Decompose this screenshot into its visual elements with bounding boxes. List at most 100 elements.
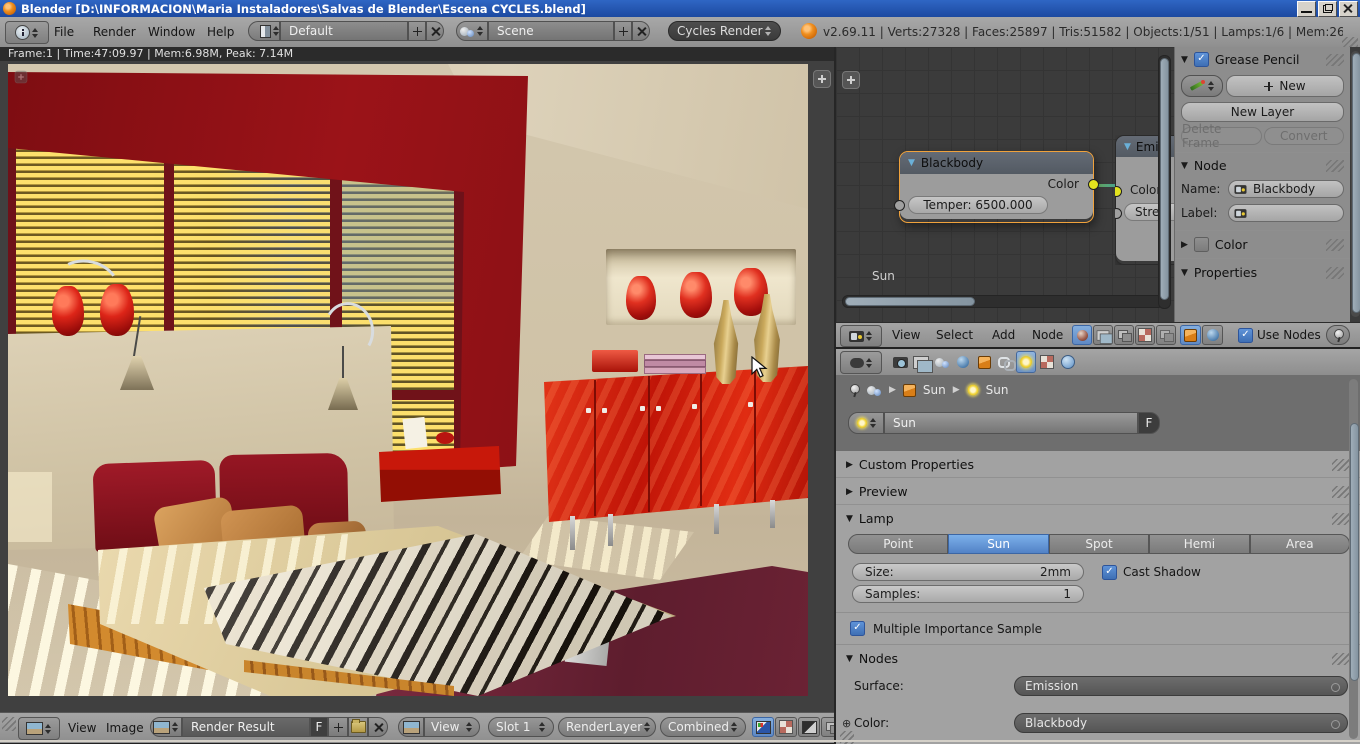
panel-grip[interactable] <box>1326 53 1344 66</box>
pin-icon[interactable] <box>848 383 860 397</box>
texture-nodes-button[interactable] <box>1135 325 1155 345</box>
image-browse-button[interactable] <box>150 717 182 737</box>
menu-image[interactable]: Image <box>106 721 144 735</box>
n-panel-scrollbar[interactable] <box>1351 51 1360 317</box>
scene-browse-button[interactable] <box>456 21 488 41</box>
mis-checkbox[interactable]: ✓ <box>850 621 865 636</box>
grease-pencil-panel-header[interactable]: ▼ ✓ Grease Pencil <box>1181 52 1344 67</box>
delete-layout-button[interactable] <box>426 21 444 41</box>
node-panel-header[interactable]: ▼ Node <box>1181 158 1344 173</box>
panel-grip[interactable] <box>1326 159 1344 172</box>
slot-dropdown[interactable]: Slot 1 <box>488 717 554 737</box>
node-editor-canvas[interactable]: Sun ▼ Blackbody Color Temper: 6500.000 ▼ <box>836 47 1174 322</box>
fake-user-button[interactable]: F <box>310 717 328 737</box>
view-image-icon-button[interactable] <box>398 717 424 737</box>
breadcrumb-data[interactable]: Sun <box>986 383 1009 397</box>
menu-select[interactable]: Select <box>936 328 973 342</box>
tab-object-data-lamp[interactable] <box>1016 351 1036 373</box>
image-name[interactable]: Render Result <box>182 717 310 737</box>
corner-grip[interactable] <box>840 731 854 744</box>
lamp-type-area[interactable]: Area <box>1249 534 1351 554</box>
menu-view[interactable]: View <box>892 328 920 342</box>
region-expand-button[interactable] <box>813 70 831 88</box>
delete-scene-button[interactable] <box>632 21 650 41</box>
lamp-type-point[interactable]: Point <box>848 534 949 554</box>
close-button[interactable] <box>1339 0 1358 17</box>
grease-pencil-checkbox[interactable]: ✓ <box>1193 52 1209 67</box>
node-name-field[interactable]: Blackbody <box>1228 180 1344 198</box>
add-scene-button[interactable] <box>614 21 632 41</box>
node-group-button[interactable] <box>1114 325 1134 345</box>
scrollbar-thumb[interactable] <box>1352 53 1360 313</box>
scrollbar-thumb[interactable] <box>1350 423 1359 681</box>
scrollbar-thumb[interactable] <box>1160 58 1169 300</box>
editor-type-selector[interactable] <box>840 325 882 347</box>
tab-texture[interactable] <box>1037 351 1057 373</box>
object-shader-button[interactable] <box>1180 325 1201 345</box>
fake-user-button[interactable]: F <box>1138 412 1160 434</box>
restore-button[interactable] <box>1318 0 1337 17</box>
screen-layout-name[interactable]: Default <box>280 21 408 41</box>
output-socket[interactable] <box>1088 179 1099 190</box>
menu-window[interactable]: Window <box>148 25 195 39</box>
lamp-browse-button[interactable] <box>848 412 884 434</box>
nodes-panel-header[interactable]: ▼ Nodes <box>836 645 1360 670</box>
title-bar[interactable]: Blender [D:\INFORMACION\Maria Instalador… <box>0 0 1360 17</box>
menu-file[interactable]: File <box>54 25 74 39</box>
tab-object[interactable] <box>974 351 994 373</box>
preview-panel-header[interactable]: ▶ Preview <box>836 478 1360 505</box>
new-layer-button[interactable]: New Layer <box>1181 102 1344 122</box>
rgba-channel-button[interactable] <box>752 717 774 737</box>
pencil-dropdown-button[interactable] <box>1181 75 1223 97</box>
samples-slider[interactable]: Samples: 1 <box>852 585 1084 603</box>
scene-name[interactable]: Scene <box>488 21 614 41</box>
tab-render[interactable] <box>890 351 910 373</box>
lamp-type-hemi[interactable]: Hemi <box>1149 534 1250 554</box>
collapse-triangle-icon[interactable]: ▼ <box>908 158 915 168</box>
color-checkbox[interactable] <box>1193 237 1209 252</box>
new-image-button[interactable] <box>328 717 348 737</box>
properties-scrollbar[interactable] <box>1349 379 1359 739</box>
zbuffer-channel-button[interactable] <box>798 717 820 737</box>
tab-world[interactable] <box>953 351 973 373</box>
shader-nodes-button[interactable] <box>1072 325 1092 345</box>
render-engine-dropdown[interactable]: Cycles Render <box>668 21 781 41</box>
minimize-button[interactable] <box>1297 0 1316 17</box>
open-image-button[interactable] <box>348 717 368 737</box>
surface-dropdown[interactable]: Emission <box>1014 676 1348 696</box>
alpha-channel-button[interactable] <box>775 717 797 737</box>
editor-type-selector[interactable] <box>5 21 49 44</box>
lamp-name-field[interactable]: Sun <box>884 412 1138 434</box>
size-slider[interactable]: Size: 2mm <box>852 563 1084 581</box>
color-dropdown[interactable]: Blackbody <box>1014 713 1348 733</box>
breadcrumb-object[interactable]: Sun <box>923 383 946 397</box>
editor-type-selector[interactable] <box>18 717 60 740</box>
tab-scene[interactable] <box>932 351 952 373</box>
cast-shadow-checkbox[interactable]: ✓ <box>1102 564 1117 580</box>
input-socket[interactable] <box>1115 186 1122 197</box>
render-pass-dropdown[interactable]: Combined <box>660 717 746 737</box>
render-layer-dropdown[interactable]: RenderLayer <box>558 717 656 737</box>
line-style-button[interactable] <box>1156 325 1176 345</box>
properties-panel-header[interactable]: ▼ Properties <box>1181 265 1344 280</box>
world-shader-button[interactable] <box>1202 325 1223 345</box>
unlink-image-button[interactable] <box>368 717 388 737</box>
use-nodes-checkbox[interactable]: ✓ <box>1238 328 1253 343</box>
new-button[interactable]: New <box>1226 75 1344 97</box>
pin-button[interactable] <box>1326 325 1350 345</box>
input-socket[interactable] <box>1115 208 1122 219</box>
add-layout-button[interactable] <box>408 21 426 41</box>
scrollbar-thumb[interactable] <box>845 297 975 306</box>
screen-layout-browse-button[interactable] <box>248 21 280 41</box>
collapse-triangle-icon[interactable]: ▼ <box>1124 142 1131 152</box>
render-image-viewport[interactable] <box>8 64 808 696</box>
menu-render[interactable]: Render <box>93 25 136 39</box>
corner-grip[interactable] <box>2 717 16 731</box>
panel-grip[interactable] <box>1326 266 1344 279</box>
tab-constraints[interactable] <box>995 351 1016 373</box>
menu-node[interactable]: Node <box>1032 328 1063 342</box>
input-socket[interactable] <box>894 200 905 211</box>
node-label-field[interactable] <box>1228 204 1344 222</box>
region-expand-button[interactable] <box>842 71 860 89</box>
lamp-type-sun[interactable]: Sun <box>948 534 1049 554</box>
